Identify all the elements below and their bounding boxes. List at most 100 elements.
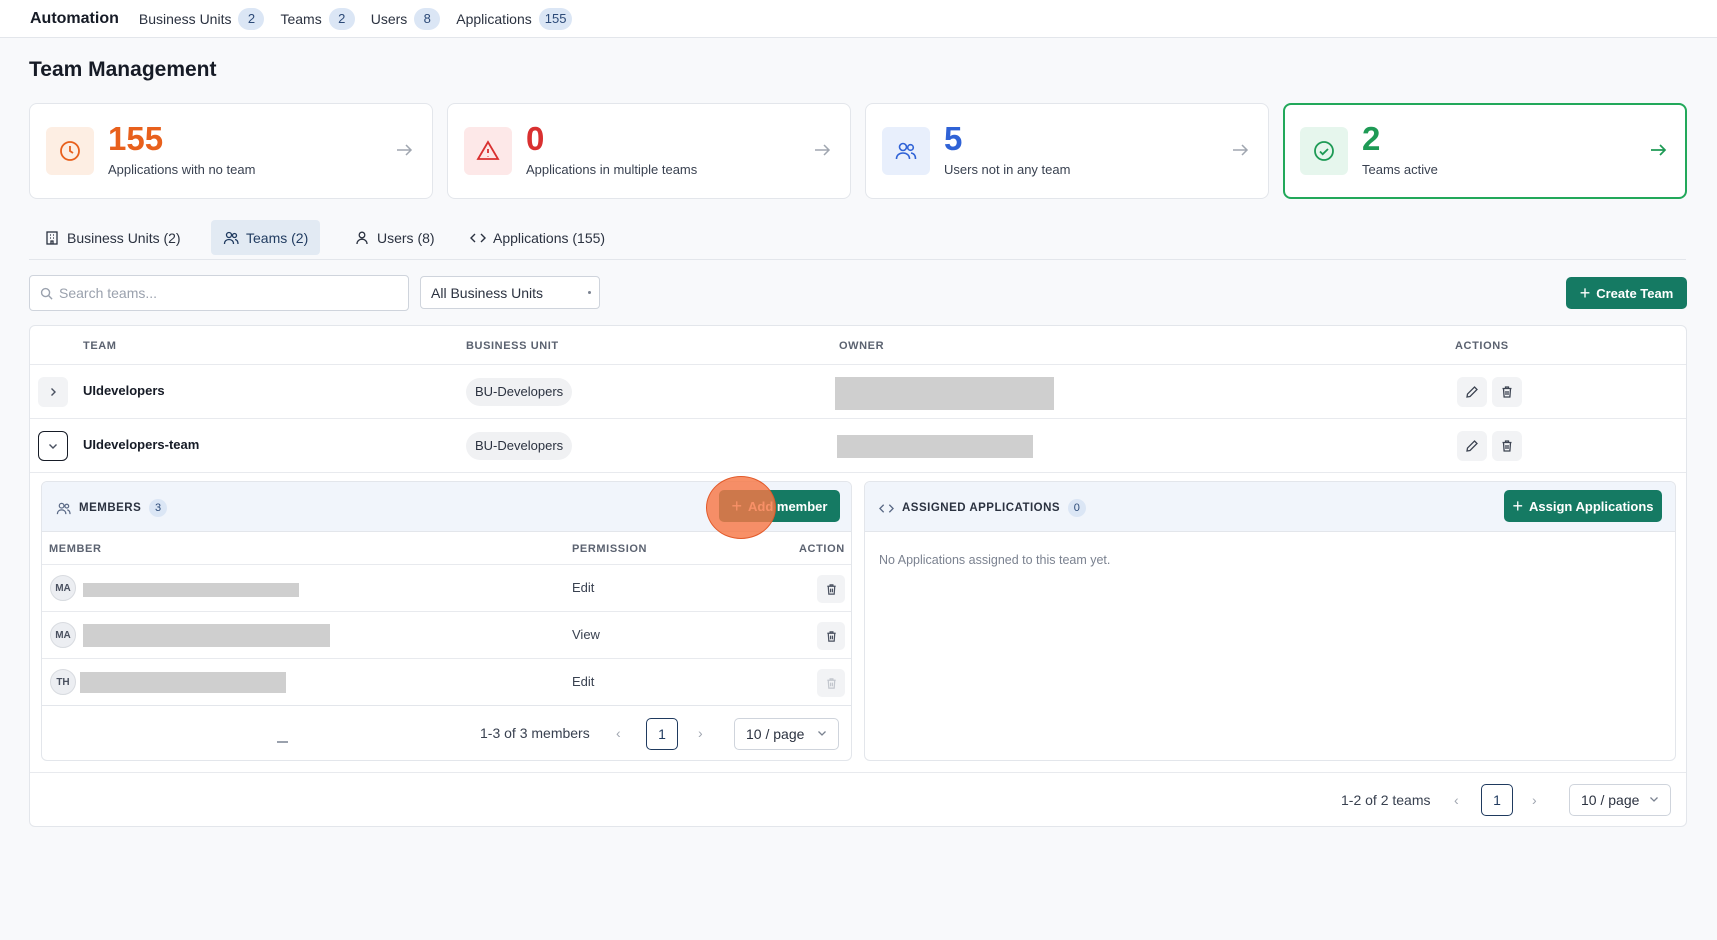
collapse-row-button[interactable]	[38, 431, 68, 461]
tab-label: Teams (2)	[246, 229, 309, 246]
applications-title-label: ASSIGNED APPLICATIONS	[902, 502, 1061, 514]
business-unit-tag: BU-Developers	[466, 378, 573, 406]
members-page-1-button[interactable]: 1	[646, 718, 678, 750]
trash-icon	[1502, 386, 1512, 398]
team-name[interactable]: UIdevelopers-team	[83, 437, 199, 452]
edit-team-button[interactable]	[1457, 431, 1487, 461]
members-footer-divider	[42, 705, 851, 706]
trash-icon	[826, 630, 836, 642]
owner-redacted	[835, 377, 1054, 410]
nav-count-badge: 2	[328, 7, 355, 30]
users-icon	[223, 231, 239, 244]
plus-icon: +	[1512, 496, 1524, 516]
arrow-right-icon	[397, 144, 413, 156]
member-row: MA View	[42, 611, 851, 658]
column-header-action: ACTION	[799, 543, 845, 555]
chevron-down-icon	[818, 731, 826, 736]
tab-teams[interactable]: Teams (2)	[211, 220, 321, 255]
tab-applications[interactable]: Applications (155)	[458, 220, 617, 255]
plus-icon: +	[731, 496, 743, 516]
assigned-applications-panel: ASSIGNED APPLICATIONS 0 + Assign Applicat…	[864, 481, 1676, 761]
user-icon	[356, 231, 368, 244]
avatar: MA	[50, 575, 76, 601]
members-next-page-button[interactable]: ›	[698, 725, 703, 741]
business-unit-filter[interactable]: All Business Units	[420, 276, 600, 309]
create-team-button[interactable]: + Create Team	[1566, 277, 1687, 309]
page-1-button[interactable]: 1	[1481, 784, 1513, 816]
owner-redacted	[837, 435, 1033, 458]
arrow-right-icon	[1651, 144, 1667, 156]
pencil-icon	[1466, 440, 1478, 452]
member-row: TH Edit	[42, 658, 851, 705]
tab-label: Business Units (2)	[67, 229, 181, 246]
teams-pager-summary: 1-2 of 2 teams	[1341, 792, 1431, 808]
column-header-member: MEMBER	[49, 543, 102, 555]
remove-member-button[interactable]	[817, 575, 845, 603]
stat-label: Users not in any team	[944, 162, 1071, 177]
delete-team-button[interactable]	[1492, 431, 1522, 461]
nav-count-badge: 2	[238, 7, 265, 30]
page-title: Team Management	[29, 58, 217, 81]
empty-state-message: No Applications assigned to this team ye…	[879, 553, 1111, 567]
plus-icon: +	[1579, 283, 1591, 303]
stat-card-teams-active[interactable]: 2 Teams active	[1283, 103, 1687, 199]
nav-count-badge: 155	[538, 7, 573, 30]
members-pager-summary: 1-3 of 3 members	[480, 725, 590, 741]
assign-applications-button[interactable]: + Assign Applications	[1504, 490, 1662, 522]
app-brand: Automation	[30, 9, 119, 27]
pencil-icon	[1466, 386, 1478, 398]
edit-team-button[interactable]	[1457, 377, 1487, 407]
member-permission: Edit	[572, 674, 595, 689]
delete-team-button[interactable]	[1492, 377, 1522, 407]
building-icon	[46, 230, 58, 245]
dropdown-dot-icon	[588, 291, 591, 294]
member-name-redacted	[80, 672, 286, 693]
stat-card-no-team[interactable]: 155 Applications with no team	[29, 103, 433, 199]
members-prev-page-button[interactable]: ‹	[616, 725, 621, 741]
remove-member-button[interactable]	[817, 669, 845, 697]
filter-value: All Business Units	[431, 284, 544, 301]
footer-divider	[30, 772, 1686, 773]
table-row[interactable]: UIdevelopers-team BU-Developers	[30, 418, 1686, 472]
create-team-label: Create Team	[1596, 285, 1674, 301]
add-member-button[interactable]: + Add member	[719, 490, 840, 522]
nav-business-units[interactable]: Business Units 2	[139, 7, 265, 30]
add-member-label: Add member	[748, 498, 828, 514]
tab-users[interactable]: Users (8)	[342, 220, 447, 255]
nav-applications[interactable]: Applications 155	[456, 7, 573, 30]
applications-count-badge: 0	[1068, 499, 1087, 517]
tab-label: Users (8)	[377, 229, 435, 246]
stat-card-users-no-team[interactable]: 5 Users not in any team	[865, 103, 1269, 199]
nav-users[interactable]: Users 8	[370, 7, 441, 30]
chevron-right-icon	[51, 388, 56, 396]
stat-value: 2	[1362, 120, 1381, 157]
applications-title: ASSIGNED APPLICATIONS 0	[879, 499, 1087, 517]
team-name[interactable]: UIdevelopers	[83, 383, 165, 398]
page-size-select[interactable]: 10 / page	[1569, 784, 1671, 816]
prev-page-button[interactable]: ‹	[1454, 792, 1459, 808]
nav-label: Users	[370, 10, 408, 27]
members-page-size-select[interactable]: 10 / page	[734, 718, 839, 750]
avatar: MA	[50, 622, 76, 648]
resize-handle	[277, 741, 288, 743]
search-placeholder: Search teams...	[59, 285, 158, 301]
row-divider	[30, 472, 1686, 473]
column-header-permission: PERMISSION	[572, 543, 648, 555]
search-icon	[40, 287, 53, 300]
tab-label: Applications (155)	[493, 229, 606, 246]
member-name-redacted	[83, 624, 330, 647]
chevron-down-icon	[49, 444, 57, 449]
stat-label: Applications in multiple teams	[526, 162, 698, 177]
users-icon	[882, 127, 930, 175]
nav-teams[interactable]: Teams 2	[280, 7, 355, 30]
search-input[interactable]: Search teams...	[29, 275, 409, 311]
table-row[interactable]: UIdevelopers BU-Developers	[30, 364, 1686, 418]
expand-row-button[interactable]	[38, 377, 68, 407]
stat-card-multiple-teams[interactable]: 0 Applications in multiple teams	[447, 103, 851, 199]
next-page-button[interactable]: ›	[1532, 792, 1537, 808]
top-nav-bar: Automation Business Units 2 Teams 2 Users 8…	[0, 0, 1717, 38]
remove-member-button[interactable]	[817, 622, 845, 650]
users-icon	[56, 502, 71, 514]
code-icon	[879, 503, 894, 513]
tab-business-units[interactable]: Business Units (2)	[32, 220, 193, 255]
